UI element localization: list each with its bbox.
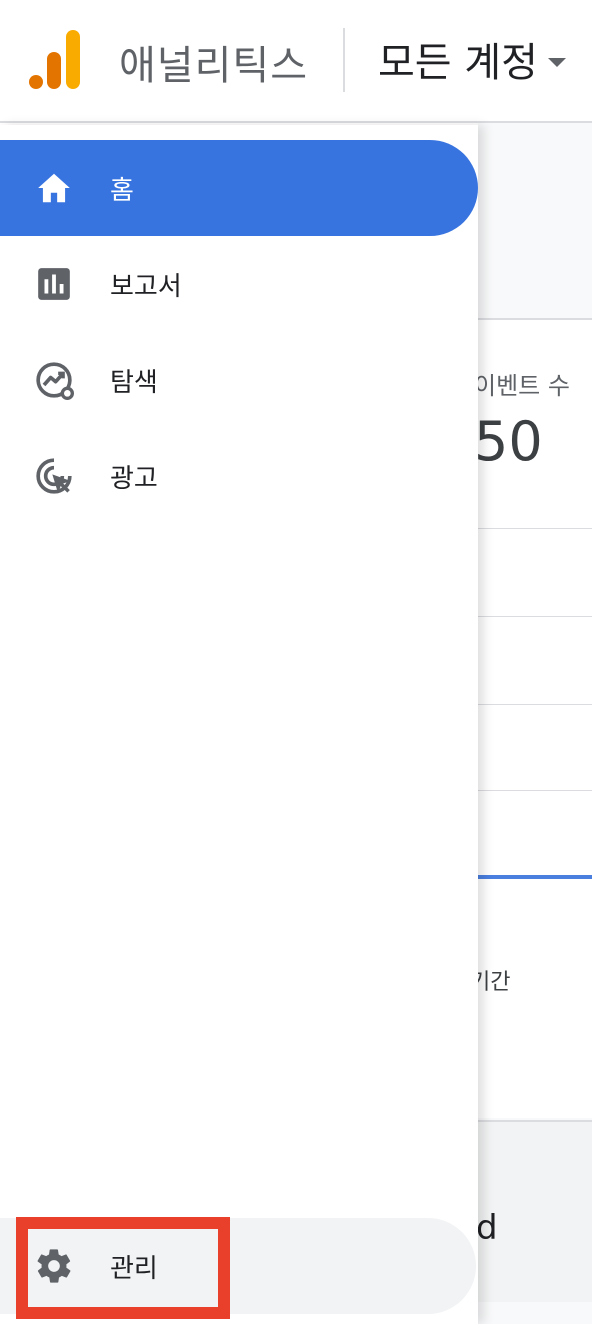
nav-item-explore[interactable]: 탐색 — [0, 332, 478, 428]
nav-item-label: 보고서 — [110, 271, 182, 302]
account-selector[interactable]: 모든 계정 — [378, 30, 566, 88]
reports-icon — [34, 264, 74, 304]
header-divider — [343, 28, 345, 92]
chart-accent-line — [478, 875, 592, 879]
gear-icon — [34, 1246, 74, 1286]
analytics-logo-icon[interactable] — [28, 30, 82, 90]
nav-drawer: 홈 보고서 탐색 광고 관리 — [0, 125, 478, 1324]
nav-item-label: 광고 — [110, 463, 158, 494]
row-divider — [478, 528, 592, 529]
bottom-card-text: d — [476, 1208, 498, 1248]
app-name: 애널리틱스 — [119, 43, 308, 89]
nav-item-admin[interactable]: 관리 — [0, 1218, 476, 1314]
nav-item-label: 탐색 — [110, 367, 158, 398]
nav-item-label: 관리 — [110, 1253, 158, 1284]
advertising-icon — [34, 456, 74, 496]
caret-down-icon — [547, 57, 566, 67]
row-divider — [478, 616, 592, 617]
nav-item-home[interactable]: 홈 — [0, 140, 478, 236]
nav-item-advertising[interactable]: 광고 — [0, 428, 478, 524]
row-divider — [478, 790, 592, 791]
account-selector-label: 모든 계정 — [378, 40, 538, 86]
row-divider — [478, 704, 592, 705]
explore-icon — [34, 360, 74, 400]
app-header: 애널리틱스 모든 계정 — [0, 0, 592, 123]
nav-item-reports[interactable]: 보고서 — [0, 236, 478, 332]
metric-label: 이벤트 수 — [474, 372, 570, 400]
metric-value: 50 — [474, 410, 543, 473]
home-icon — [34, 168, 74, 208]
nav-item-label: 홈 — [110, 175, 134, 206]
